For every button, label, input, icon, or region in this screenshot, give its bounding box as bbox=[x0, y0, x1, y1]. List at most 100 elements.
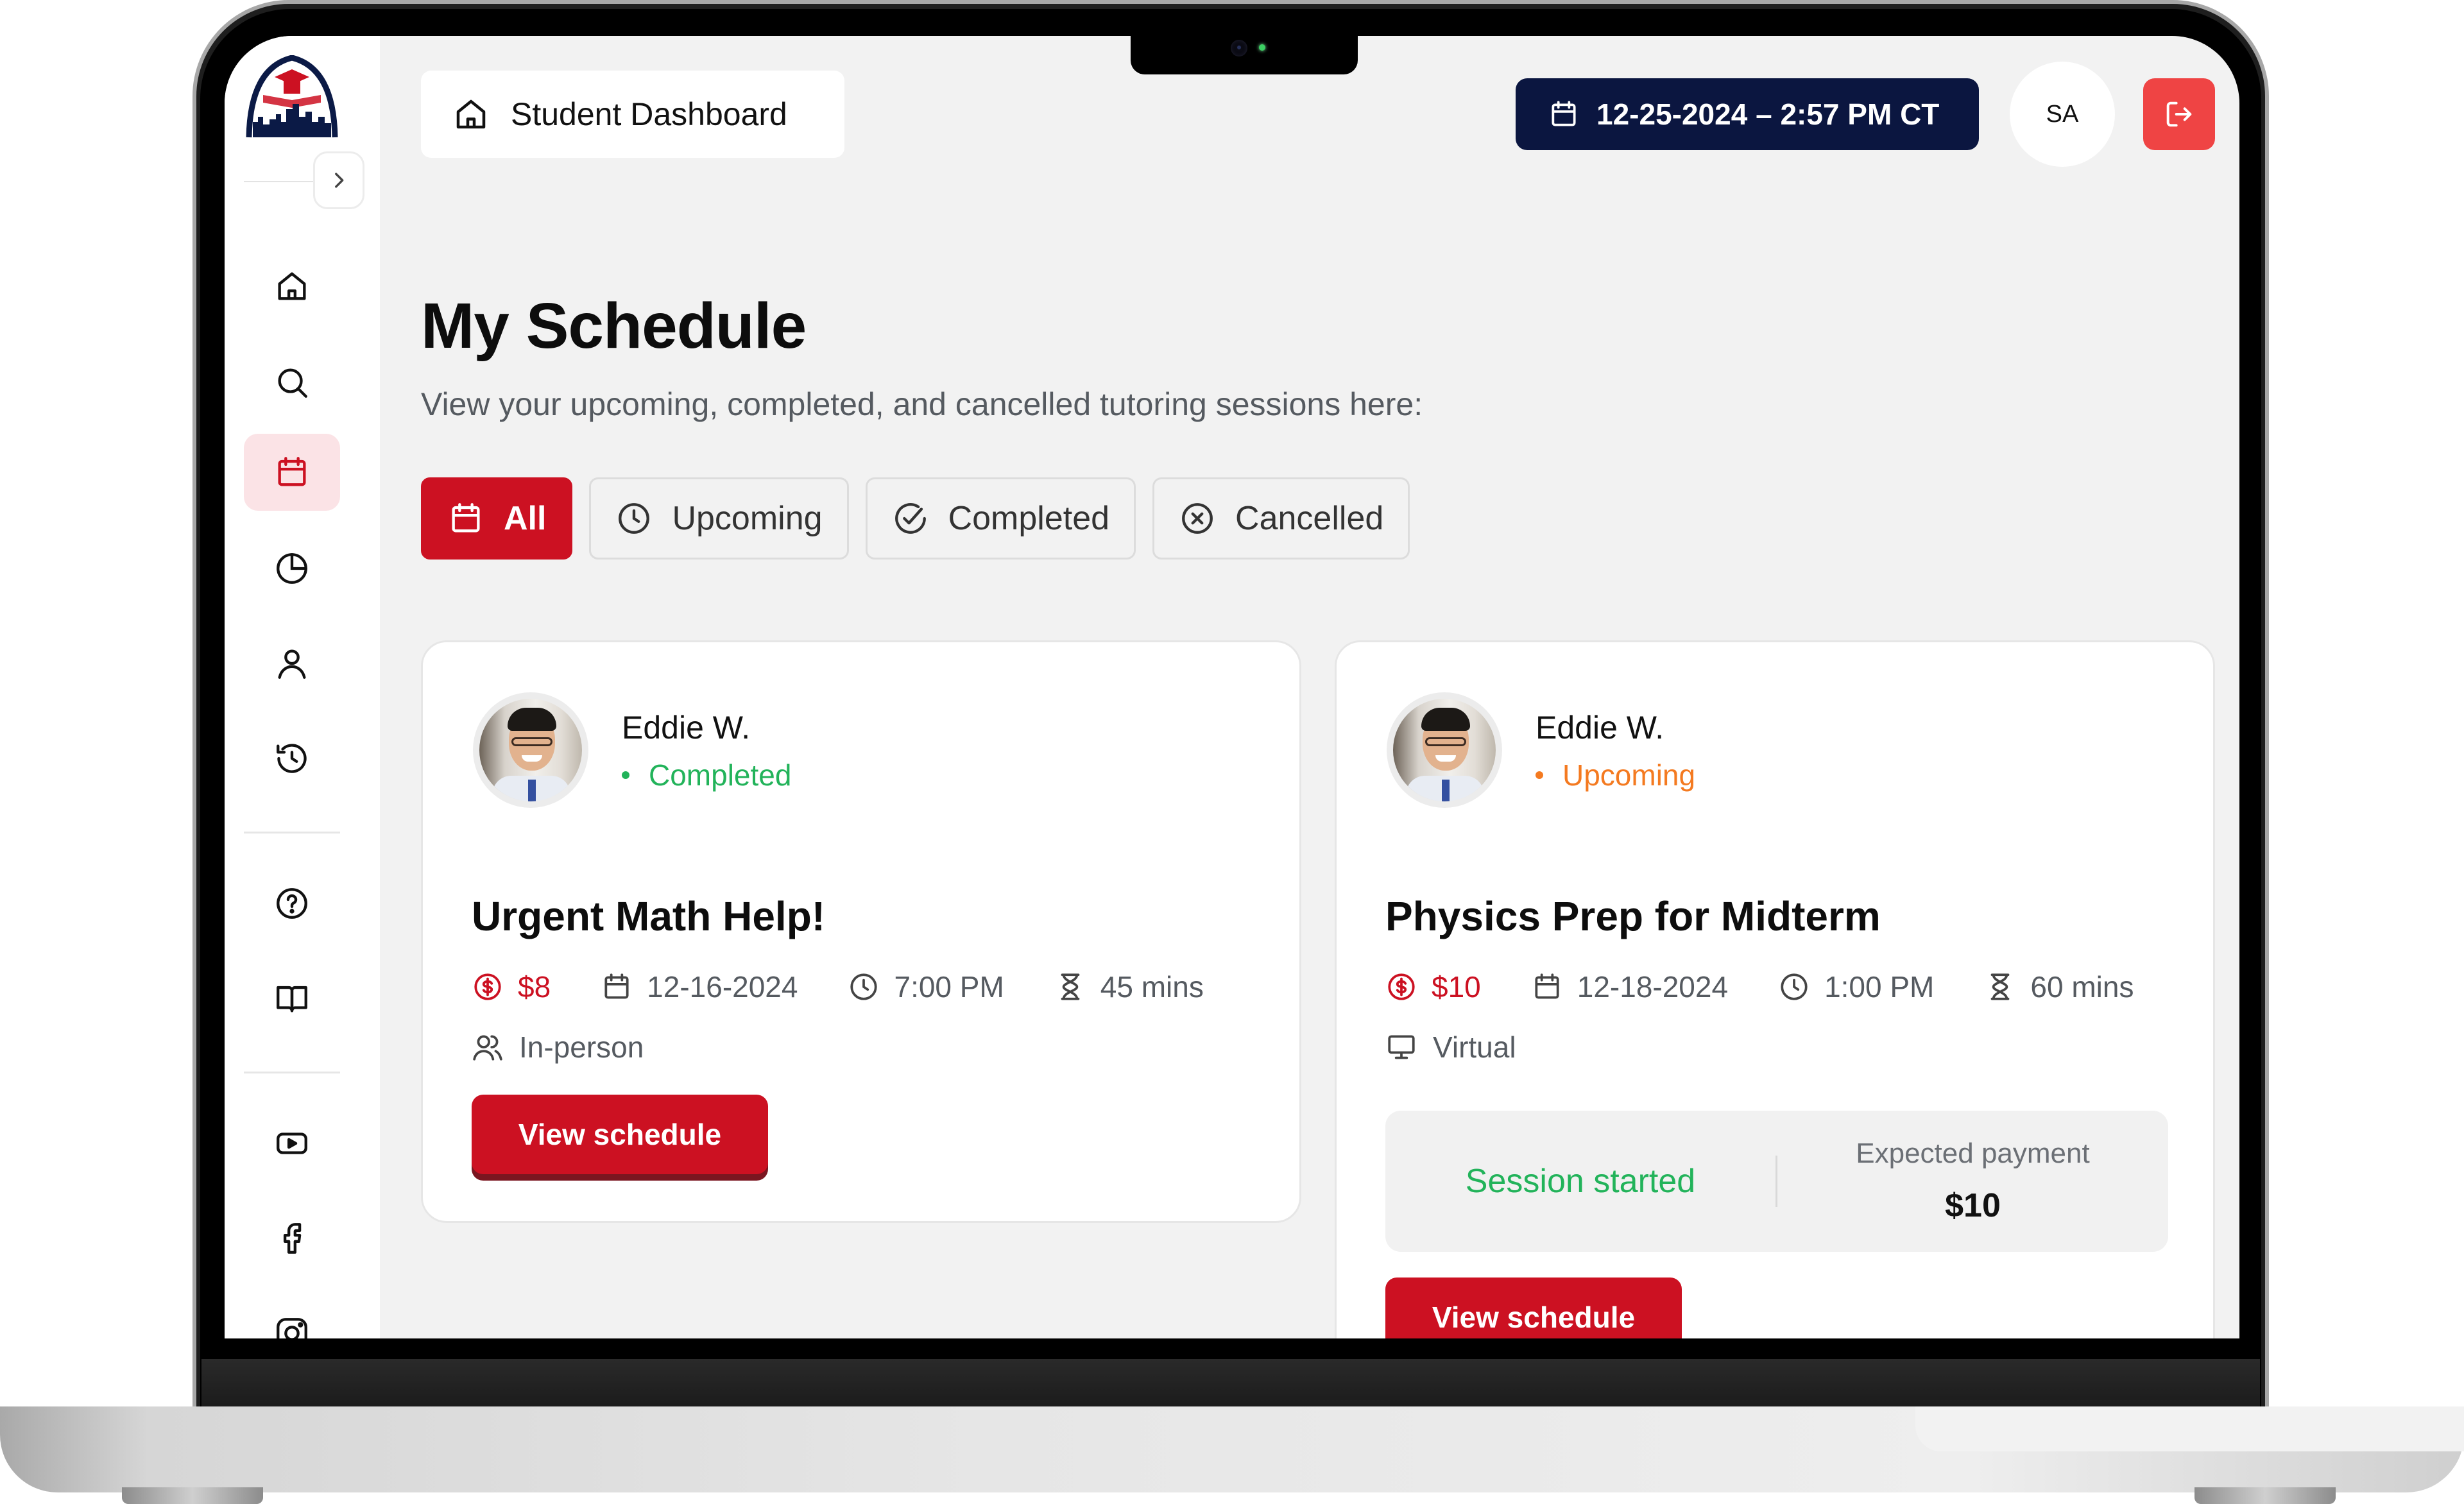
sidebar-item-analytics[interactable] bbox=[244, 530, 340, 607]
session-price: $10 bbox=[1385, 970, 1481, 1004]
tab-upcoming[interactable]: Upcoming bbox=[589, 477, 849, 560]
arch-graduation-cap-logo[interactable] bbox=[244, 55, 340, 139]
sidebar-divider bbox=[244, 181, 316, 182]
status-label: Completed bbox=[649, 758, 792, 792]
session-duration: 45 mins bbox=[1054, 970, 1204, 1004]
help-circle-icon bbox=[277, 888, 307, 919]
session-card: Eddie W. Completed Urgent Math Help! $8 … bbox=[421, 640, 1301, 1223]
laptop-base-cutout bbox=[1915, 1406, 2464, 1451]
user-avatar[interactable]: SA bbox=[2010, 62, 2115, 167]
laptop-foot-left bbox=[122, 1487, 263, 1504]
session-mode: Virtual bbox=[1385, 1030, 1516, 1064]
sidebar-item-help[interactable] bbox=[244, 865, 340, 942]
user-icon bbox=[278, 649, 306, 679]
app-screen: Student Dashboard 12-25-2024 – 2:57 PM C… bbox=[225, 36, 2239, 1338]
tutor-name: Eddie W. bbox=[622, 710, 751, 746]
calendar-icon bbox=[452, 503, 480, 533]
tab-label: Completed bbox=[948, 500, 1110, 537]
session-time: 1:00 PM bbox=[1778, 970, 1934, 1004]
calendar-icon bbox=[278, 457, 306, 486]
sidebar-item-profile[interactable] bbox=[244, 625, 340, 702]
status-badge: Completed bbox=[622, 758, 791, 792]
book-open-icon bbox=[277, 986, 307, 1013]
sidebar-item-youtube[interactable] bbox=[244, 1105, 340, 1182]
session-date: 12-16-2024 bbox=[601, 970, 798, 1004]
chevron-right-icon bbox=[335, 173, 344, 188]
pie-chart-icon bbox=[277, 553, 307, 584]
sidebar-item-instagram[interactable] bbox=[244, 1295, 340, 1338]
page-title: My Schedule bbox=[421, 290, 807, 362]
sidebar-item-history[interactable] bbox=[244, 720, 340, 797]
session-card: Eddie W. Upcoming Physics Prep for Midte… bbox=[1335, 640, 2215, 1338]
current-datetime-badge: 12-25-2024 – 2:57 PM CT bbox=[1516, 78, 1979, 150]
instagram-icon bbox=[277, 1318, 307, 1338]
session-mode: In-person bbox=[472, 1030, 644, 1064]
tab-label: All bbox=[504, 500, 547, 537]
sidebar-item-guide[interactable] bbox=[244, 960, 340, 1037]
status-dot bbox=[622, 771, 629, 779]
session-time: 7:00 PM bbox=[848, 970, 1004, 1004]
page-subtitle: View your upcoming, completed, and cance… bbox=[421, 386, 1423, 422]
search-icon bbox=[278, 368, 307, 398]
calendar-icon bbox=[1535, 973, 1559, 999]
status-label: Upcoming bbox=[1562, 758, 1696, 792]
session-meta: $8 12-16-2024 7:00 PM 45 mins bbox=[472, 970, 1204, 1004]
tab-label: Upcoming bbox=[672, 500, 823, 537]
session-price: $8 bbox=[472, 970, 551, 1004]
home-icon bbox=[278, 272, 306, 300]
camera-indicator-light bbox=[1259, 44, 1265, 51]
calendar-icon bbox=[1552, 101, 1576, 126]
laptop-chin bbox=[201, 1338, 2260, 1408]
sidebar bbox=[225, 36, 380, 1338]
youtube-icon bbox=[277, 1132, 307, 1154]
session-date: 12-18-2024 bbox=[1531, 970, 1728, 1004]
sidebar-item-facebook[interactable] bbox=[244, 1200, 340, 1277]
tutor-name: Eddie W. bbox=[1536, 710, 1664, 746]
users-icon bbox=[473, 1035, 502, 1061]
sidebar-collapse-button[interactable] bbox=[313, 151, 364, 209]
expected-payment-value: $10 bbox=[1945, 1187, 2001, 1224]
view-schedule-button[interactable]: View schedule bbox=[472, 1095, 768, 1174]
current-datetime: 12-25-2024 – 2:57 PM CT bbox=[1596, 98, 1940, 131]
sidebar-divider bbox=[244, 1072, 340, 1073]
hourglass-icon bbox=[1991, 973, 2010, 1000]
breadcrumb[interactable]: Student Dashboard bbox=[421, 71, 844, 158]
session-title: Urgent Math Help! bbox=[472, 893, 826, 939]
sidebar-item-home[interactable] bbox=[244, 248, 340, 325]
status-badge: Upcoming bbox=[1536, 758, 1695, 792]
hourglass-icon bbox=[1061, 973, 1080, 1000]
check-circle-icon bbox=[894, 503, 926, 534]
view-schedule-button[interactable]: View schedule bbox=[1385, 1278, 1682, 1338]
tutor-avatar bbox=[1387, 692, 1502, 808]
x-circle-icon bbox=[1182, 503, 1213, 534]
sidebar-item-schedule[interactable] bbox=[244, 434, 340, 511]
clock-icon bbox=[850, 973, 878, 1000]
tutor-avatar bbox=[473, 692, 588, 808]
laptop-foot-right bbox=[2194, 1487, 2336, 1504]
session-title: Physics Prep for Midterm bbox=[1385, 893, 1881, 939]
logout-button[interactable] bbox=[2143, 78, 2215, 150]
status-dot bbox=[1536, 771, 1543, 779]
dollar-circle-icon bbox=[474, 973, 501, 1000]
history-icon bbox=[277, 744, 307, 773]
clock-icon bbox=[619, 503, 650, 534]
session-meta: $10 12-18-2024 1:00 PM 60 mins bbox=[1385, 970, 2134, 1004]
tab-label: Cancelled bbox=[1235, 500, 1384, 537]
session-status-panel: Session started Expected payment $10 bbox=[1385, 1111, 2168, 1252]
calendar-icon bbox=[604, 973, 629, 999]
session-duration: 60 mins bbox=[1984, 970, 2134, 1004]
dollar-circle-icon bbox=[1388, 973, 1415, 1000]
breadcrumb-label: Student Dashboard bbox=[511, 96, 787, 132]
logout-icon bbox=[2166, 101, 2192, 127]
sidebar-item-search[interactable] bbox=[244, 344, 340, 421]
facebook-icon bbox=[283, 1223, 302, 1254]
sidebar-divider bbox=[244, 832, 340, 833]
tab-completed[interactable]: Completed bbox=[865, 477, 1136, 560]
monitor-icon bbox=[1388, 1035, 1415, 1059]
tab-all[interactable]: All bbox=[421, 477, 573, 560]
tab-cancelled[interactable]: Cancelled bbox=[1152, 477, 1410, 560]
session-state: Session started bbox=[1465, 1163, 1696, 1200]
home-icon bbox=[456, 99, 486, 129]
expected-payment: Expected payment $10 bbox=[1777, 1138, 2168, 1225]
schedule-filter-tabs: All Upcoming Completed Cancelled bbox=[421, 477, 1410, 560]
